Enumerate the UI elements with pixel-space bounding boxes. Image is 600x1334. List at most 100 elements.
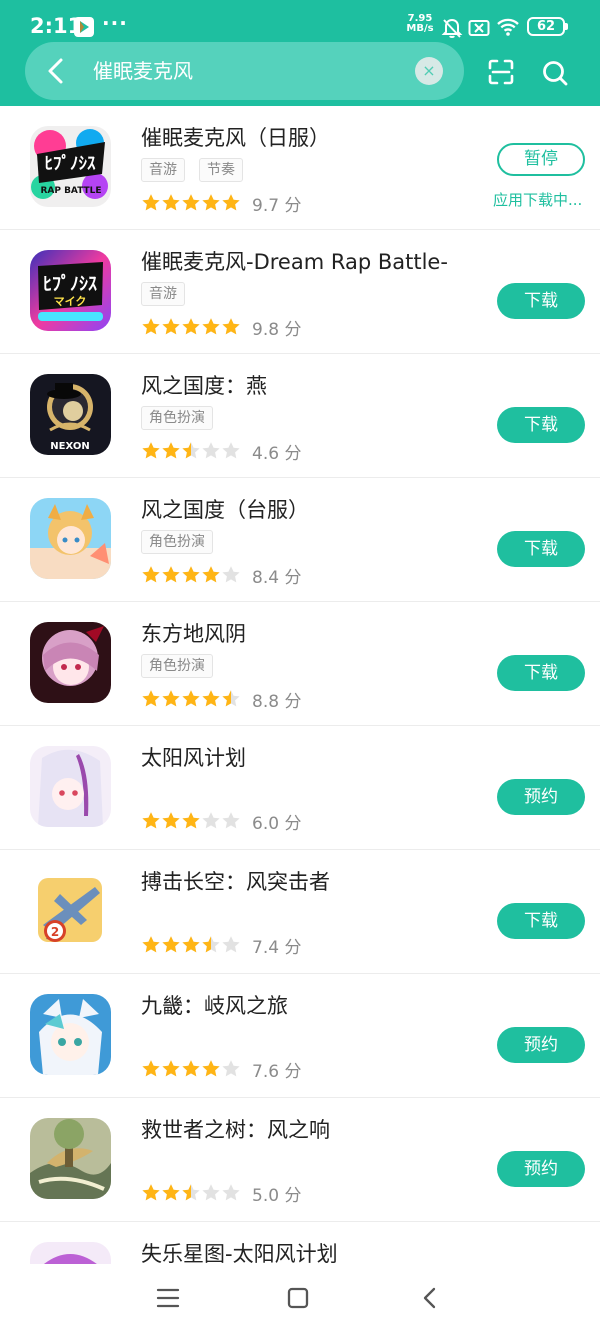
search-input[interactable]: 催眠麦克风 [93, 58, 193, 84]
white-hair-girl-icon[interactable] [30, 746, 111, 827]
rating-stars [142, 812, 240, 829]
svg-text:2: 2 [51, 925, 59, 939]
category-tag[interactable]: 角色扮演 [141, 530, 213, 554]
result-row[interactable]: 风之国度（台服） 角色扮演 8.4 分 下载 [0, 478, 600, 602]
menu-icon[interactable] [154, 1284, 182, 1312]
app-name[interactable]: 催眠麦克风（日服） [141, 122, 330, 152]
star-icon [162, 566, 180, 583]
category-tag[interactable]: 角色扮演 [141, 406, 213, 430]
rating-stars [142, 1060, 240, 1077]
reserve-button[interactable]: 预约 [497, 1151, 585, 1187]
star-icon [162, 194, 180, 211]
app-name[interactable]: 九畿：岐风之旅 [141, 990, 288, 1020]
app-name[interactable]: 东方地风阴 [141, 618, 246, 648]
star-icon [142, 812, 160, 829]
search-icon[interactable] [540, 58, 570, 88]
star-icon [142, 1184, 160, 1201]
result-row[interactable]: ﾋﾌﾟﾉｼｽ RAP BATTLE 催眠麦克风（日服） 音游 节奏 9.7 分 … [0, 106, 600, 230]
star-icon [222, 442, 240, 459]
category-tag[interactable]: 音游 [141, 158, 185, 182]
rating-score: 5.0 分 [252, 1186, 302, 1206]
rating-stars [142, 690, 240, 707]
star-icon [222, 812, 240, 829]
star-icon [162, 1184, 180, 1201]
svg-text:ﾋﾌﾟﾉｼｽ: ﾋﾌﾟﾉｼｽ [43, 273, 97, 295]
home-icon[interactable] [284, 1284, 312, 1312]
star-icon [182, 690, 200, 707]
result-row[interactable]: 太阳风计划 6.0 分 预约 [0, 726, 600, 850]
hypnosis-mic-jp-icon[interactable]: ﾋﾌﾟﾉｼｽ RAP BATTLE [30, 126, 111, 207]
rating-score: 8.4 分 [252, 568, 302, 588]
star-icon [202, 566, 220, 583]
rating-score: 9.8 分 [252, 320, 302, 340]
anime-fox-girl-icon[interactable] [30, 498, 111, 579]
star-icon [162, 1060, 180, 1077]
star-icon [202, 442, 220, 459]
star-icon [222, 1060, 240, 1077]
result-row[interactable]: 东方地风阴 角色扮演 8.8 分 下载 [0, 602, 600, 726]
rating-stars [142, 1184, 240, 1201]
rating-score: 4.6 分 [252, 444, 302, 464]
star-icon [162, 690, 180, 707]
star-icon [222, 194, 240, 211]
reserve-button[interactable]: 预约 [497, 1027, 585, 1063]
star-icon [202, 318, 220, 335]
hypnosis-mic-drb-icon[interactable]: ﾋﾌﾟﾉｼｽ マイク [30, 250, 111, 331]
sim-off-icon [468, 20, 490, 36]
result-row[interactable]: 救世者之树：风之响 5.0 分 预约 [0, 1098, 600, 1222]
star-icon [182, 566, 200, 583]
star-icon [142, 194, 160, 211]
wifi-icon [497, 18, 519, 36]
star-icon [162, 812, 180, 829]
result-row[interactable]: 2 搏击长空：风突击者 7.4 分 下载 [0, 850, 600, 974]
back-arrow-icon[interactable] [42, 55, 72, 87]
category-tag[interactable]: 音游 [141, 282, 185, 306]
result-row[interactable]: NEXON 风之国度：燕 角色扮演 4.6 分 下载 [0, 354, 600, 478]
clear-search-button[interactable]: × [415, 57, 443, 85]
reserve-button[interactable]: 预约 [497, 779, 585, 815]
app-name[interactable]: 失乐星图-太阳风计划 [141, 1238, 338, 1264]
download-button[interactable]: 下载 [497, 407, 585, 443]
nexon-hat-icon[interactable]: NEXON [30, 374, 111, 455]
chibi-girl-icon[interactable] [30, 994, 111, 1075]
svg-text:NEXON: NEXON [50, 441, 89, 452]
app-name[interactable]: 风之国度：燕 [141, 370, 267, 400]
app-name[interactable]: 风之国度（台服） [141, 494, 309, 524]
star-icon [142, 1060, 160, 1077]
star-icon [182, 812, 200, 829]
app-name[interactable]: 太阳风计划 [141, 742, 246, 772]
result-row[interactable]: 失乐星图-太阳风计划 [0, 1222, 600, 1264]
star-icon [182, 1060, 200, 1077]
download-button[interactable]: 下载 [497, 283, 585, 319]
category-tag[interactable]: 节奏 [199, 158, 243, 182]
star-icon [222, 566, 240, 583]
result-row[interactable]: ﾋﾌﾟﾉｼｽ マイク 催眠麦克风-Dream Rap Battle- 音游 9.… [0, 230, 600, 354]
status-bar: 2:11 ··· 7.95 MB/s 62 [0, 0, 600, 40]
bottom-navigation-bar [0, 1264, 600, 1334]
download-button[interactable]: 下载 [497, 531, 585, 567]
warplane-icon[interactable]: 2 [30, 870, 111, 951]
purple-hair-girl-icon[interactable] [30, 1242, 111, 1264]
app-name[interactable]: 催眠麦克风-Dream Rap Battle- [141, 246, 448, 276]
play-store-icon [74, 17, 94, 37]
result-row[interactable]: 九畿：岐风之旅 7.6 分 预约 [0, 974, 600, 1098]
clear-icon: × [422, 61, 436, 80]
battery-indicator: 62 [527, 17, 568, 36]
scan-icon[interactable] [486, 57, 516, 87]
download-button[interactable]: 下载 [497, 903, 585, 939]
star-icon [142, 566, 160, 583]
rating-stars [142, 194, 240, 211]
search-result-list[interactable]: ﾋﾌﾟﾉｼｽ RAP BATTLE 催眠麦克风（日服） 音游 节奏 9.7 分 … [0, 106, 600, 1264]
pause-button[interactable]: 暂停 [497, 143, 585, 176]
fantasy-landscape-icon[interactable] [30, 1118, 111, 1199]
download-button[interactable]: 下载 [497, 655, 585, 691]
touhou-girl-icon[interactable] [30, 622, 111, 703]
nav-back-icon[interactable] [416, 1284, 444, 1312]
star-icon [182, 318, 200, 335]
star-icon [202, 690, 220, 707]
svg-text:ﾋﾌﾟﾉｼｽ: ﾋﾌﾟﾉｼｽ [45, 153, 96, 174]
category-tag[interactable]: 角色扮演 [141, 654, 213, 678]
search-bar[interactable] [25, 42, 464, 100]
app-name[interactable]: 救世者之树：风之响 [141, 1114, 330, 1144]
app-name[interactable]: 搏击长空：风突击者 [141, 866, 330, 896]
